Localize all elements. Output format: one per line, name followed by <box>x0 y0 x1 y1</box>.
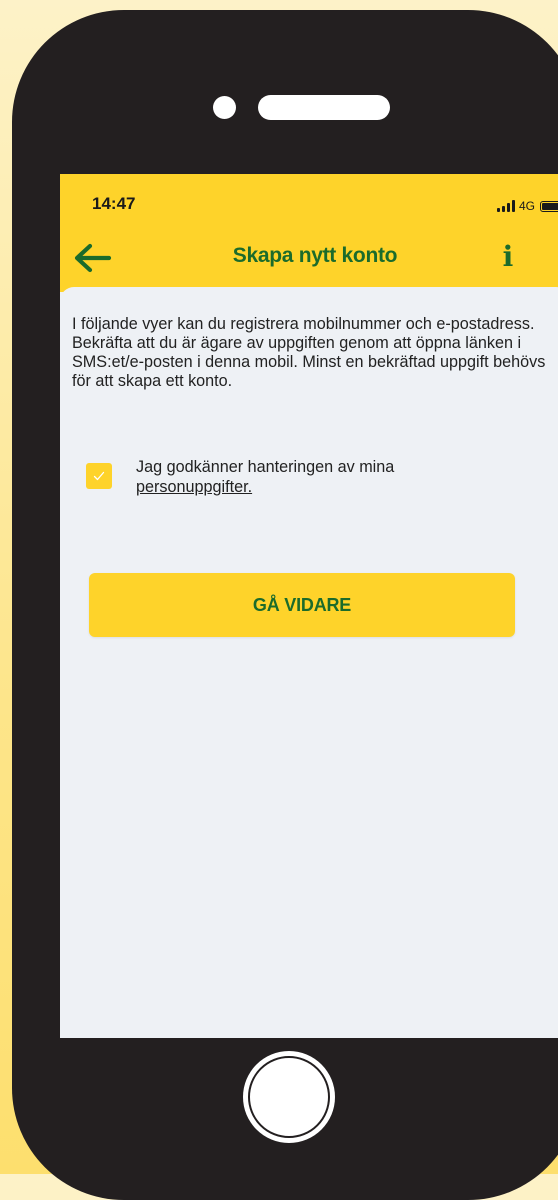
consent-text: Jag godkänner hanteringen av mina <box>136 458 395 476</box>
privacy-link[interactable]: personuppgifter. <box>136 477 536 497</box>
signal-icon <box>496 200 515 212</box>
phone-frame: 14:47 4G Skapa nytt konto i I följande v… <box>12 10 558 1200</box>
continue-button[interactable]: GÅ VIDARE <box>89 573 515 637</box>
earpiece-speaker <box>258 95 390 120</box>
intro-text: I följande vyer kan du registrera mobiln… <box>72 315 546 390</box>
status-time: 14:47 <box>92 194 136 213</box>
app-header: 14:47 4G Skapa nytt konto i <box>60 174 558 292</box>
status-icons: 4G <box>496 198 558 213</box>
info-button[interactable]: i <box>496 240 520 274</box>
checkmark-icon <box>93 471 105 481</box>
front-camera <box>213 96 236 119</box>
page-title: Skapa nytt konto <box>232 244 398 267</box>
consent-label: Jag godkänner hanteringen av mina person… <box>136 457 536 497</box>
info-icon: i <box>502 240 514 273</box>
consent-checkbox[interactable] <box>86 463 112 489</box>
home-button[interactable] <box>243 1051 335 1143</box>
consent-row: Jag godkänner hanteringen av mina person… <box>86 457 546 507</box>
network-type: 4G <box>518 199 535 213</box>
main-content: I följande vyer kan du registrera mobiln… <box>60 287 558 1038</box>
battery-icon <box>540 201 558 212</box>
app-screen: 14:47 4G Skapa nytt konto i I följande v… <box>60 174 558 1038</box>
